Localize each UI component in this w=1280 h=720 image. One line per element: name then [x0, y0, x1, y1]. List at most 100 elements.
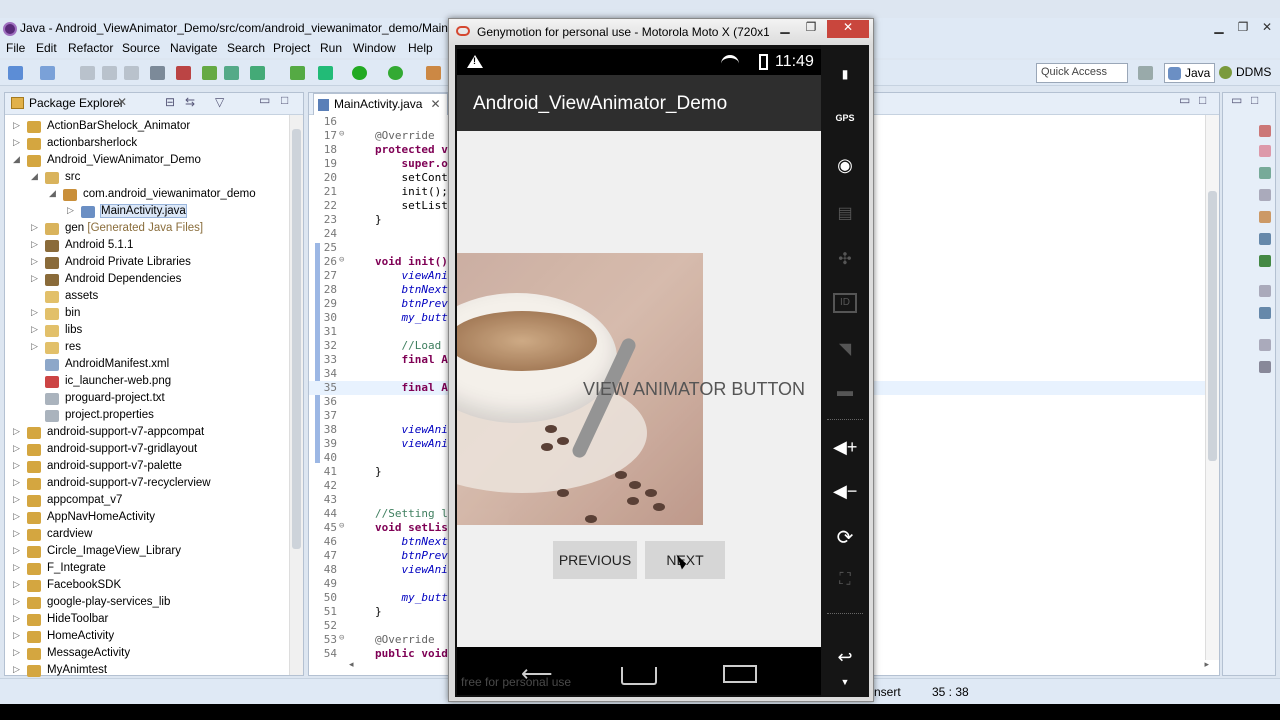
- menu-window[interactable]: Window: [353, 41, 396, 55]
- package-icon[interactable]: [290, 66, 305, 80]
- outline-icon[interactable]: [1259, 285, 1271, 297]
- expand-toggle-icon[interactable]: ▷: [13, 477, 23, 488]
- debug-icon[interactable]: [318, 66, 333, 80]
- new-icon[interactable]: [8, 66, 23, 80]
- menu-search[interactable]: Search: [227, 41, 265, 55]
- genymotion-minimize-button[interactable]: ▁: [773, 20, 797, 38]
- volume-down-icon[interactable]: ◀−: [833, 481, 857, 503]
- fold-toggle-icon[interactable]: ⊖: [339, 129, 344, 139]
- battery-widget-icon[interactable]: ▮: [833, 67, 857, 89]
- view-menu-icon[interactable]: ▽: [215, 95, 224, 109]
- check-icon[interactable]: [250, 66, 265, 80]
- editor-scrollbar[interactable]: [1205, 115, 1219, 660]
- expand-toggle-icon[interactable]: ▷: [13, 528, 23, 539]
- genymotion-maximize-button[interactable]: ❐: [799, 20, 823, 38]
- phone-screen[interactable]: 11:49 Android_ViewAnimator_Demo VI: [457, 49, 821, 647]
- expand-toggle-icon[interactable]: ▷: [13, 120, 23, 131]
- maximize-view-icon[interactable]: □: [281, 93, 288, 107]
- volume-up-icon[interactable]: ◀+: [833, 437, 857, 459]
- expand-toggle-icon[interactable]: ▷: [13, 579, 23, 590]
- expand-toggle-icon[interactable]: ▷: [31, 222, 41, 233]
- expand-toggle-icon[interactable]: ▷: [67, 205, 77, 216]
- bookmarks-icon[interactable]: [1259, 339, 1271, 351]
- menu-run[interactable]: Run: [320, 41, 342, 55]
- package-explorer-tab[interactable]: Package Explorer: [9, 96, 124, 110]
- avd-manager-icon[interactable]: [202, 66, 217, 80]
- expand-toggle-icon[interactable]: ▷: [13, 613, 23, 624]
- tools-icon[interactable]: [150, 66, 165, 80]
- open-perspective-icon[interactable]: [1138, 66, 1153, 80]
- menu-refactor[interactable]: Refactor: [68, 41, 113, 55]
- expand-toggle-icon[interactable]: ▷: [13, 562, 23, 573]
- maximize-editor-icon[interactable]: □: [1199, 93, 1206, 107]
- home-nav-icon[interactable]: [621, 667, 657, 685]
- menu-project[interactable]: Project: [273, 41, 310, 55]
- recents-nav-icon[interactable]: [723, 665, 757, 683]
- search-view-icon[interactable]: [1259, 361, 1271, 373]
- fold-toggle-icon[interactable]: ⊖: [339, 521, 344, 531]
- expand-toggle-icon[interactable]: ▷: [31, 239, 41, 250]
- editor-tab-mainactivity[interactable]: MainActivity.java ✕: [313, 93, 448, 115]
- package-explorer-scrollbar[interactable]: [289, 115, 303, 675]
- declaration-icon[interactable]: [1259, 167, 1271, 179]
- close-tab-icon[interactable]: ✕: [117, 95, 127, 109]
- scale-icon[interactable]: ⛶: [833, 571, 857, 593]
- minimize-editor-icon[interactable]: ▭: [1179, 93, 1190, 107]
- open-type-icon[interactable]: [426, 66, 441, 80]
- link-editor-icon[interactable]: ⇆: [185, 95, 195, 109]
- expand-toggle-icon[interactable]: ▷: [13, 443, 23, 454]
- lint-icon[interactable]: [224, 66, 239, 80]
- editor-scrollbar-thumb[interactable]: [1208, 191, 1217, 461]
- console-icon[interactable]: [1259, 189, 1271, 201]
- view-animator-button[interactable]: VIEW ANIMATOR BUTTON: [583, 379, 805, 400]
- menu-help[interactable]: Help: [408, 41, 433, 55]
- quick-access-input[interactable]: Quick Access: [1036, 63, 1128, 83]
- expand-toggle-icon[interactable]: ▷: [13, 511, 23, 522]
- problems-icon[interactable]: [1259, 125, 1271, 137]
- expand-toggle-icon[interactable]: ▷: [13, 630, 23, 641]
- capture-widget-icon[interactable]: ▤: [833, 203, 857, 225]
- collapse-all-icon[interactable]: ⊟: [165, 95, 175, 109]
- network-widget-icon[interactable]: ◥: [833, 339, 857, 361]
- genymotion-close-button[interactable]: ✕: [827, 20, 869, 38]
- logcat-icon[interactable]: [1259, 211, 1271, 223]
- camera-widget-icon[interactable]: ◉: [833, 155, 857, 177]
- sms-widget-icon[interactable]: ▬: [833, 383, 857, 405]
- minimize-button[interactable]: ▁: [1208, 20, 1230, 36]
- close-editor-icon[interactable]: ✕: [430, 97, 440, 111]
- external-tools-icon[interactable]: [388, 66, 403, 80]
- expand-toggle-icon[interactable]: ▷: [13, 545, 23, 556]
- menu-edit[interactable]: Edit: [36, 41, 57, 55]
- expand-toggle-icon[interactable]: ▷: [13, 596, 23, 607]
- maximize-button[interactable]: ❐: [1232, 20, 1254, 36]
- save-all-icon[interactable]: [80, 66, 95, 80]
- rotate-icon[interactable]: ⟳: [833, 525, 857, 549]
- expand-toggle-icon[interactable]: ▷: [13, 460, 23, 471]
- expand-toggle-icon[interactable]: ▷: [31, 324, 41, 335]
- save-icon[interactable]: [40, 66, 55, 80]
- device-id-icon[interactable]: ID: [833, 293, 857, 313]
- run-icon[interactable]: [352, 66, 367, 80]
- expand-toggle-icon[interactable]: ▷: [13, 494, 23, 505]
- devices-icon[interactable]: [1259, 233, 1271, 245]
- expand-toggle-icon[interactable]: ▷: [13, 137, 23, 148]
- minimize-view-icon[interactable]: ▭: [259, 93, 270, 107]
- fold-toggle-icon[interactable]: ⊖: [339, 255, 344, 265]
- expand-toggle-icon[interactable]: ▷: [13, 426, 23, 437]
- menu-source[interactable]: Source: [122, 41, 160, 55]
- fold-toggle-icon[interactable]: ⊖: [339, 633, 344, 643]
- minimize-outline-icon[interactable]: ▭: [1231, 93, 1242, 107]
- scrollbar-thumb[interactable]: [292, 129, 301, 549]
- java-perspective-button[interactable]: Java: [1164, 63, 1216, 83]
- previous-button[interactable]: PREVIOUS: [553, 541, 637, 579]
- print-icon[interactable]: [102, 66, 117, 80]
- ddms-perspective-button[interactable]: DDMS: [1216, 63, 1275, 83]
- back-widget-icon[interactable]: ↩: [833, 647, 857, 669]
- maximize-outline-icon[interactable]: □: [1251, 93, 1258, 107]
- remote-control-icon[interactable]: ✣: [833, 249, 857, 271]
- close-button[interactable]: ✕: [1256, 20, 1278, 36]
- gps-widget-icon[interactable]: GPS: [833, 113, 857, 135]
- expand-toggle-icon[interactable]: ▷: [13, 647, 23, 658]
- expand-toggle-icon[interactable]: ◢: [31, 171, 41, 182]
- expand-toggle-icon[interactable]: ▷: [13, 664, 23, 675]
